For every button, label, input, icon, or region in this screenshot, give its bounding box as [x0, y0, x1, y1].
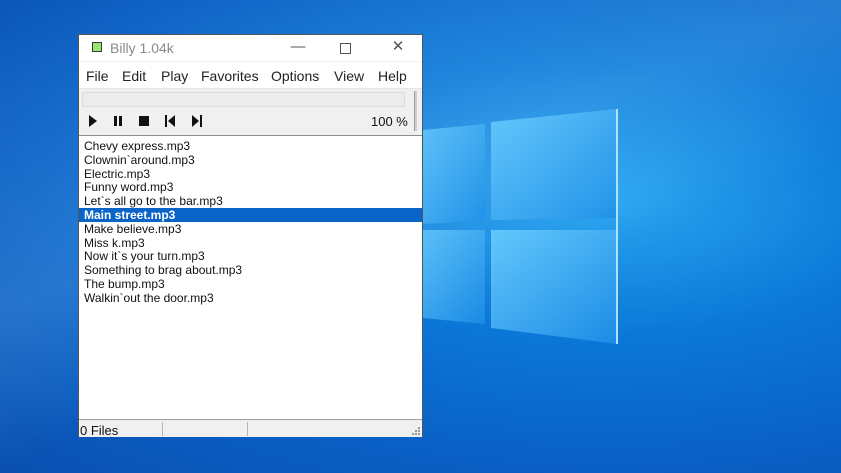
stop-icon: [139, 116, 149, 126]
menu-edit[interactable]: Edit: [122, 68, 146, 84]
menu-options[interactable]: Options: [271, 68, 319, 84]
maximize-icon: [339, 43, 351, 54]
menu-play[interactable]: Play: [161, 68, 188, 84]
maximize-button[interactable]: [322, 35, 368, 61]
stop-button[interactable]: [135, 113, 153, 129]
playlist-item[interactable]: The bump.mp3: [79, 277, 422, 291]
window-title: Billy 1.04k: [110, 40, 174, 56]
playlist-item[interactable]: Walkin`out the door.mp3: [79, 291, 422, 305]
playlist-item[interactable]: Something to brag about.mp3: [79, 263, 422, 277]
previous-track-icon: [164, 115, 175, 127]
app-icon: [92, 42, 102, 52]
playlist-item[interactable]: Funny word.mp3: [79, 180, 422, 194]
playlist-item[interactable]: Now it`s your turn.mp3: [79, 249, 422, 263]
status-divider: [162, 422, 163, 436]
title-bar[interactable]: Billy 1.04k — ✕: [79, 35, 422, 61]
close-button[interactable]: ✕: [375, 35, 421, 61]
menu-file[interactable]: File: [86, 68, 109, 84]
previous-track-button[interactable]: [161, 113, 179, 129]
playlist-item[interactable]: Chevy express.mp3: [79, 139, 422, 153]
play-icon: [89, 115, 97, 127]
resize-grip-icon[interactable]: [412, 427, 420, 435]
next-track-icon: [191, 115, 202, 127]
file-count: 0 Files: [80, 423, 119, 438]
playlist-item[interactable]: Electric.mp3: [79, 167, 422, 181]
pause-button[interactable]: [109, 113, 127, 129]
minimize-button[interactable]: —: [275, 35, 321, 61]
pause-icon: [114, 116, 122, 126]
play-button[interactable]: [84, 113, 102, 129]
menu-view[interactable]: View: [334, 68, 364, 84]
playlist-item[interactable]: Clownin`around.mp3: [79, 153, 422, 167]
menu-bar: File Edit Play Favorites Options View He…: [79, 62, 422, 89]
playlist-item[interactable]: Let`s all go to the bar.mp3: [79, 194, 422, 208]
menu-help[interactable]: Help: [378, 68, 407, 84]
status-divider: [247, 422, 248, 436]
playlist-item[interactable]: Miss k.mp3: [79, 236, 422, 250]
player-toolbar: 100 %: [79, 89, 422, 135]
app-window: Billy 1.04k — ✕ File Edit Play Favorites…: [78, 34, 423, 438]
volume-readout[interactable]: 100 %: [371, 114, 408, 129]
menu-favorites[interactable]: Favorites: [201, 68, 259, 84]
playlist: Chevy express.mp3 Clownin`around.mp3 Elect…: [79, 135, 422, 420]
seek-bar[interactable]: [82, 92, 405, 107]
playlist-item[interactable]: Main street.mp3: [79, 208, 422, 222]
next-track-button[interactable]: [187, 113, 205, 129]
status-bar: 0 Files: [79, 419, 422, 438]
playlist-item[interactable]: Make believe.mp3: [79, 222, 422, 236]
toolbar-divider: [414, 91, 417, 131]
windows-logo: [423, 109, 618, 344]
